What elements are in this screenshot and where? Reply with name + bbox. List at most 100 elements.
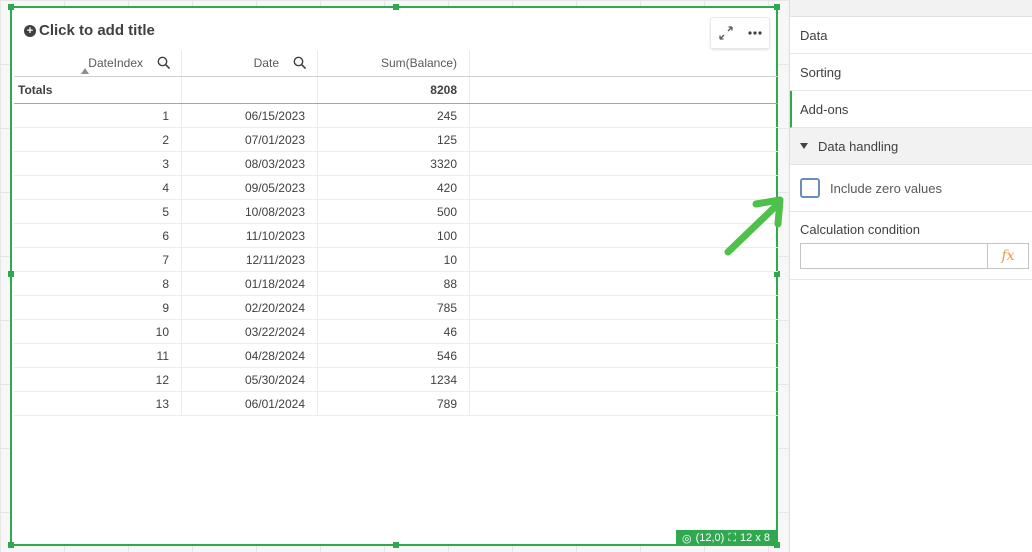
table-row[interactable]: 11 04/28/2024 546	[14, 344, 778, 368]
totals-empty-cell	[470, 77, 778, 103]
totals-empty-cell	[182, 77, 318, 103]
cell-dateindex[interactable]: 5	[14, 200, 182, 223]
empty-cell	[470, 320, 778, 343]
cell-date[interactable]: 02/20/2024	[182, 296, 318, 319]
column-header-label: DateIndex	[88, 56, 143, 70]
section-title: Data handling	[818, 138, 899, 154]
cell-sum-balance[interactable]: 3320	[318, 152, 470, 175]
cell-date[interactable]: 06/15/2023	[182, 104, 318, 127]
collapse-triangle-icon	[800, 143, 808, 149]
cell-date[interactable]: 07/01/2023	[182, 128, 318, 151]
panel-item-data[interactable]: Data	[790, 17, 1032, 54]
table-row[interactable]: 3 08/03/2023 3320	[14, 152, 778, 176]
cell-dateindex[interactable]: 9	[14, 296, 182, 319]
column-header-sum-balance[interactable]: Sum(Balance)	[318, 50, 470, 76]
cell-date[interactable]: 09/05/2023	[182, 176, 318, 199]
panel-item-sorting[interactable]: Sorting	[790, 54, 1032, 91]
cell-sum-balance[interactable]: 100	[318, 224, 470, 247]
cell-date[interactable]: 03/22/2024	[182, 320, 318, 343]
more-options-button[interactable]	[744, 22, 766, 44]
cell-date[interactable]: 06/01/2024	[182, 392, 318, 415]
cell-sum-balance[interactable]: 88	[318, 272, 470, 295]
column-header-dateindex[interactable]: DateIndex	[14, 50, 182, 76]
object-title[interactable]: + Click to add title	[24, 22, 155, 39]
cell-sum-balance[interactable]: 500	[318, 200, 470, 223]
cell-dateindex[interactable]: 13	[14, 392, 182, 415]
include-zero-values-row: Include zero values	[790, 165, 1032, 212]
empty-cell	[470, 272, 778, 295]
fx-icon: fx	[1001, 248, 1015, 264]
cell-date[interactable]: 11/10/2023	[182, 224, 318, 247]
annotation-arrow-icon	[724, 196, 784, 256]
properties-panel: Data Sorting Add-ons Data handling Inclu…	[789, 0, 1032, 552]
cell-sum-balance[interactable]: 125	[318, 128, 470, 151]
include-zero-values-checkbox[interactable]	[800, 178, 820, 198]
empty-cell	[470, 344, 778, 367]
grid-size: 12 x 8	[740, 532, 770, 544]
cell-sum-balance[interactable]: 1234	[318, 368, 470, 391]
cell-dateindex[interactable]: 7	[14, 248, 182, 271]
totals-label: Totals	[14, 77, 182, 103]
cell-sum-balance[interactable]: 245	[318, 104, 470, 127]
data-handling-section-header[interactable]: Data handling	[790, 128, 1032, 165]
resize-handle[interactable]	[774, 4, 780, 10]
table-row[interactable]: 10 03/22/2024 46	[14, 320, 778, 344]
resize-handle[interactable]	[8, 542, 14, 548]
table-row[interactable]: 13 06/01/2024 789	[14, 392, 778, 416]
empty-cell	[470, 296, 778, 319]
cell-sum-balance[interactable]: 46	[318, 320, 470, 343]
table-row[interactable]: 9 02/20/2024 785	[14, 296, 778, 320]
table-object[interactable]: + Click to add title DateIndex Date Sum(…	[8, 4, 780, 548]
more-horizontal-icon	[747, 31, 762, 35]
cell-dateindex[interactable]: 4	[14, 176, 182, 199]
object-toolbar	[710, 17, 770, 49]
cell-dateindex[interactable]: 10	[14, 320, 182, 343]
cell-dateindex[interactable]: 11	[14, 344, 182, 367]
cell-date[interactable]: 10/08/2023	[182, 200, 318, 223]
cell-sum-balance[interactable]: 10	[318, 248, 470, 271]
resize-handle[interactable]	[393, 542, 399, 548]
panel-item-add-ons[interactable]: Add-ons	[790, 91, 1032, 128]
cell-dateindex[interactable]: 1	[14, 104, 182, 127]
table-row[interactable]: 4 09/05/2023 420	[14, 176, 778, 200]
table-row[interactable]: 12 05/30/2024 1234	[14, 368, 778, 392]
plus-circle-icon: +	[24, 24, 36, 37]
cell-dateindex[interactable]: 2	[14, 128, 182, 151]
cell-sum-balance[interactable]: 789	[318, 392, 470, 415]
calculation-condition-field: fx	[800, 243, 1029, 269]
table-row[interactable]: 6 11/10/2023 100	[14, 224, 778, 248]
table-row[interactable]: 1 06/15/2023 245	[14, 104, 778, 128]
cell-dateindex[interactable]: 8	[14, 272, 182, 295]
resize-handle[interactable]	[393, 4, 399, 10]
cell-date[interactable]: 08/03/2023	[182, 152, 318, 175]
search-icon[interactable]	[293, 56, 307, 70]
data-table: DateIndex Date Sum(Balance) Totals 8208 …	[14, 50, 778, 416]
calculation-condition-input[interactable]	[800, 243, 987, 269]
empty-cell	[470, 128, 778, 151]
table-row[interactable]: 7 12/11/2023 10	[14, 248, 778, 272]
object-title-text: Click to add title	[39, 22, 155, 39]
search-icon[interactable]	[157, 56, 171, 70]
column-header-date[interactable]: Date	[182, 50, 318, 76]
cell-date[interactable]: 04/28/2024	[182, 344, 318, 367]
expand-button[interactable]	[715, 22, 737, 44]
expand-icon	[718, 26, 733, 40]
cell-date[interactable]: 12/11/2023	[182, 248, 318, 271]
column-header-label: Sum(Balance)	[380, 56, 457, 70]
include-zero-values-label[interactable]: Include zero values	[830, 181, 942, 196]
cell-date[interactable]: 05/30/2024	[182, 368, 318, 391]
cell-dateindex[interactable]: 12	[14, 368, 182, 391]
grid-size-icon: ⛶	[728, 531, 737, 544]
table-row[interactable]: 5 10/08/2023 500	[14, 200, 778, 224]
table-row[interactable]: 2 07/01/2023 125	[14, 128, 778, 152]
cell-dateindex[interactable]: 3	[14, 152, 182, 175]
cell-sum-balance[interactable]: 785	[318, 296, 470, 319]
expression-editor-button[interactable]: fx	[987, 243, 1029, 269]
cell-date[interactable]: 01/18/2024	[182, 272, 318, 295]
table-row[interactable]: 8 01/18/2024 88	[14, 272, 778, 296]
target-icon: ◎	[681, 532, 692, 545]
cell-dateindex[interactable]: 6	[14, 224, 182, 247]
cell-sum-balance[interactable]: 420	[318, 176, 470, 199]
cell-sum-balance[interactable]: 546	[318, 344, 470, 367]
resize-handle[interactable]	[8, 4, 14, 10]
